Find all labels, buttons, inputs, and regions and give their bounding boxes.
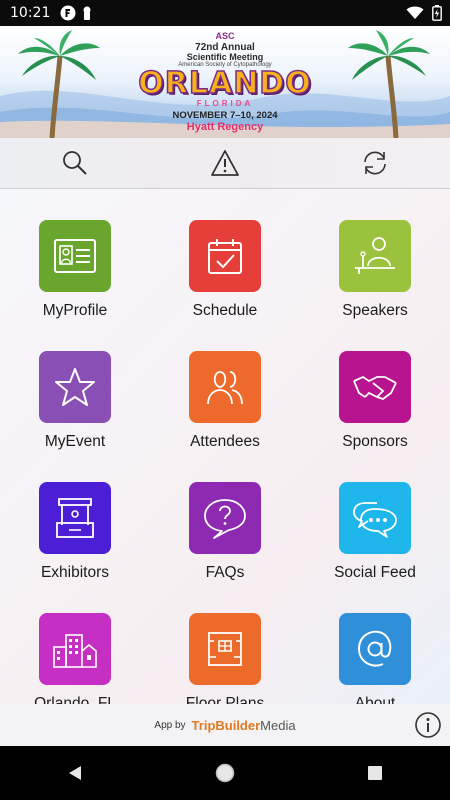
id-card-icon <box>54 239 96 273</box>
people-icon <box>207 371 243 405</box>
tile-social-feed-icon-box <box>339 482 411 554</box>
tile-myprofile-icon-box <box>39 220 111 292</box>
status-left-icons <box>60 5 92 21</box>
tile-schedule-label: Schedule <box>192 302 258 319</box>
footer: App by TripBuilder Media <box>0 704 450 746</box>
event-banner: ASC 72nd Annual Scientific Meeting Ameri… <box>0 26 450 138</box>
tile-exhibitors-icon-box <box>39 482 111 554</box>
tile-myevent[interactable]: MyEvent <box>0 320 150 451</box>
search-icon <box>63 151 87 175</box>
tile-faqs[interactable]: FAQs <box>150 451 300 582</box>
tile-speakers-icon-box <box>339 220 411 292</box>
tile-social-feed-label: Social Feed <box>334 564 416 581</box>
speaker-podium-icon <box>355 237 395 274</box>
info-button[interactable] <box>414 711 442 739</box>
tile-about-label: About <box>354 695 396 704</box>
tile-attendees-label: Attendees <box>190 433 260 450</box>
search-button[interactable] <box>50 138 100 188</box>
tile-floor-plans[interactable]: Floor Plans <box>150 582 300 704</box>
tile-about-icon-box <box>339 613 411 685</box>
chat-bubbles-icon <box>353 502 397 538</box>
tile-about[interactable]: About <box>300 582 450 704</box>
back-icon <box>69 766 81 780</box>
city-buildings-icon <box>53 634 97 668</box>
toolbar <box>0 138 450 189</box>
nav-recents-button[interactable] <box>345 746 405 800</box>
recents-icon <box>368 766 382 780</box>
banner-city: ORLANDO <box>138 65 312 102</box>
footer-brand-name: TripBuilder <box>191 717 261 733</box>
tile-orlando[interactable]: Orlando, FL <box>0 582 150 704</box>
status-time: 10:21 <box>10 5 51 21</box>
battery-icon <box>432 5 442 21</box>
footer-brand-suffix: Media <box>260 717 296 733</box>
banner-meeting-type: Scientific Meeting <box>186 52 264 62</box>
lock-icon <box>83 6 91 20</box>
tile-sponsors[interactable]: Sponsors <box>300 320 450 451</box>
tile-myevent-label: MyEvent <box>44 433 106 450</box>
tile-floor-plans-label: Floor Plans <box>185 695 265 704</box>
tile-faqs-icon-box <box>189 482 261 554</box>
tile-orlando-label: Orlando, FL <box>34 695 116 704</box>
tile-exhibitors[interactable]: Exhibitors <box>0 451 150 582</box>
tile-attendees-icon-box <box>189 351 261 423</box>
tile-speakers[interactable]: Speakers <box>300 189 450 320</box>
sync-button[interactable] <box>350 138 400 188</box>
calendar-check-icon <box>208 239 242 274</box>
handshake-icon <box>353 375 397 401</box>
wifi-icon <box>406 6 424 19</box>
footer-prefix: App by <box>154 719 186 731</box>
system-nav-bar <box>0 746 450 800</box>
floor-plan-icon <box>208 632 242 666</box>
tile-myprofile[interactable]: MyProfile <box>0 189 150 320</box>
status-right-icons <box>406 5 442 21</box>
alerts-button[interactable] <box>200 138 250 188</box>
tile-faqs-label: FAQs <box>205 564 245 581</box>
tile-sponsors-label: Sponsors <box>342 433 408 450</box>
sync-icon <box>364 151 386 175</box>
banner-dates: NOVEMBER 7–10, 2024 <box>172 110 278 121</box>
tile-orlando-icon-box <box>39 613 111 685</box>
banner-state: FLORIDA <box>196 99 254 108</box>
star-icon <box>55 368 95 406</box>
question-bubble-icon <box>204 499 246 539</box>
tile-schedule[interactable]: Schedule <box>150 189 300 320</box>
tile-exhibitors-label: Exhibitors <box>40 564 110 581</box>
alert-triangle-icon <box>211 150 239 176</box>
tile-schedule-icon-box <box>189 220 261 292</box>
tile-speakers-label: Speakers <box>342 302 408 319</box>
tile-social-feed[interactable]: Social Feed <box>300 451 450 582</box>
info-icon <box>415 712 441 738</box>
tile-floor-plans-icon-box <box>189 613 261 685</box>
banner-venue: Hyatt Regency <box>186 121 264 133</box>
tile-myprofile-label: MyProfile <box>42 302 108 319</box>
nav-home-button[interactable] <box>195 746 255 800</box>
at-sign-icon <box>357 630 392 667</box>
home-icon <box>215 763 235 783</box>
nav-back-button[interactable] <box>45 746 105 800</box>
tile-myevent-icon-box <box>39 351 111 423</box>
tile-attendees[interactable]: Attendees <box>150 320 300 451</box>
booth-icon <box>56 498 94 538</box>
status-bar: 10:21 <box>0 0 450 26</box>
tile-sponsors-icon-box <box>339 351 411 423</box>
app-notification-icon <box>60 5 76 21</box>
banner-org-mark: ASC <box>215 31 235 41</box>
menu-grid: MyProfile Schedule Speakers MyEvent Atte… <box>0 189 450 704</box>
